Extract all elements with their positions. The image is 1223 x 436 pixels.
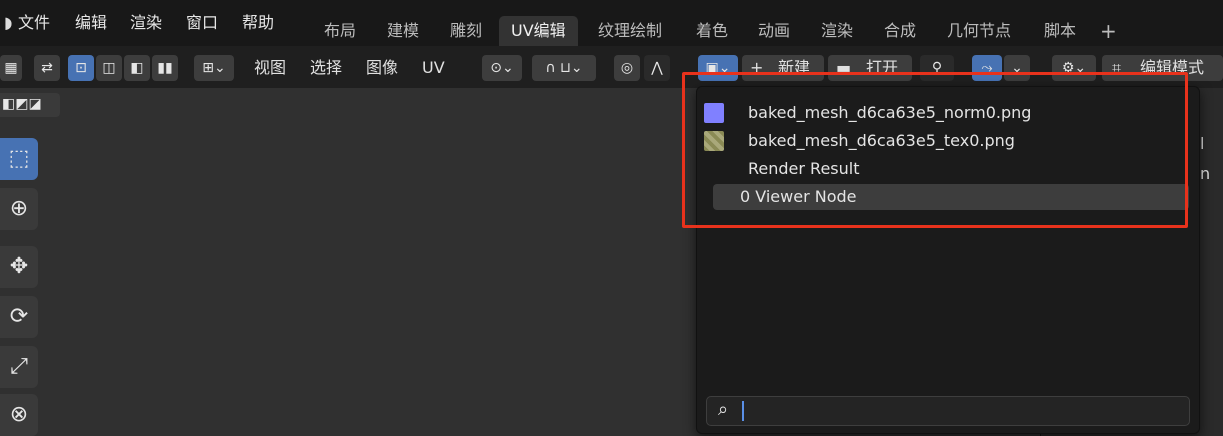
list-item[interactable]: baked_mesh_d6ca63e5_norm0.png xyxy=(704,100,1189,126)
tab-modeling[interactable]: 建模 xyxy=(375,16,431,46)
menu-render[interactable]: 渲染 xyxy=(126,11,166,35)
menu-file[interactable]: 文件 xyxy=(14,11,54,35)
tab-scripting[interactable]: 脚本 xyxy=(1032,16,1088,46)
chevron-down-icon[interactable]: ⌄ xyxy=(1004,55,1030,81)
uv-sync-icon[interactable]: ⤳ xyxy=(972,55,1002,81)
list-item-label: 0 Viewer Node xyxy=(740,187,857,206)
text-cursor xyxy=(742,401,744,421)
list-item-label: Render Result xyxy=(748,159,860,178)
tab-layout[interactable]: 布局 xyxy=(312,16,368,46)
list-item[interactable]: 0 Viewer Node xyxy=(713,184,1189,210)
transform-tool-icon[interactable]: ⊗ xyxy=(0,394,38,436)
image-browse-icon[interactable]: ▣⌄ xyxy=(698,55,738,81)
list-item[interactable]: Render Result xyxy=(713,156,1189,182)
sticky-select-icon[interactable]: ⊞⌄ xyxy=(194,55,234,81)
pivot-point-icon[interactable]: ⊙⌄ xyxy=(482,55,522,81)
image-thumbnail xyxy=(704,103,724,123)
mode-label: 编辑模式 xyxy=(1140,58,1205,77)
plus-icon: + xyxy=(750,58,764,77)
menu-edit[interactable]: 编辑 xyxy=(71,11,111,35)
menu-image[interactable]: 图像 xyxy=(366,56,398,80)
list-item[interactable]: baked_mesh_d6ca63e5_tex0.png xyxy=(704,128,1189,154)
move-tool-icon[interactable]: ✥ xyxy=(0,246,38,288)
sync-selection-icon[interactable]: ⇄ xyxy=(34,55,60,81)
select-box-tool-icon[interactable]: ⬚ xyxy=(0,138,38,180)
menu-uv[interactable]: UV xyxy=(422,56,445,80)
falloff-icon[interactable]: ⋀ xyxy=(644,55,670,81)
search-input[interactable] xyxy=(706,396,1190,426)
snap-icon[interactable]: ∩ ⊔⌄ xyxy=(532,55,596,81)
cursor-tool-icon[interactable]: ⊕ xyxy=(0,188,38,230)
sidebar-text-fragment: n xyxy=(1200,164,1211,183)
menu-view[interactable]: 视图 xyxy=(254,56,286,80)
search-icon: ⌕ xyxy=(717,399,729,420)
tab-rendering[interactable]: 渲染 xyxy=(809,16,865,46)
tab-compositing[interactable]: 合成 xyxy=(872,16,928,46)
tab-texture-paint[interactable]: 纹理绘制 xyxy=(586,16,674,46)
vertex-select-icon[interactable]: ⊡ xyxy=(68,55,94,81)
tab-geometry-nodes[interactable]: 几何节点 xyxy=(935,16,1023,46)
menu-window[interactable]: 窗口 xyxy=(182,11,222,35)
face-select-icon[interactable]: ◧ xyxy=(124,55,150,81)
folder-icon: ▬ xyxy=(836,58,852,77)
rotate-tool-icon[interactable]: ⟳ xyxy=(0,296,38,338)
menu-help[interactable]: 帮助 xyxy=(238,11,278,35)
edit-mode-icon: ⌗ xyxy=(1112,58,1122,77)
new-image-label: 新建 xyxy=(778,58,811,77)
open-image-label: 打开 xyxy=(866,58,899,77)
sidebar-text-fragment: l xyxy=(1200,134,1205,153)
island-select-icon[interactable]: ▮▮ xyxy=(152,55,178,81)
menu-select[interactable]: 选择 xyxy=(310,56,342,80)
scale-tool-icon[interactable]: ⤢ xyxy=(0,346,38,388)
object-icon[interactable]: ⚙⌄ xyxy=(1052,55,1096,81)
add-workspace-button[interactable]: + xyxy=(1088,16,1129,46)
uv-editor-header xyxy=(0,46,1223,88)
tab-animation[interactable]: 动画 xyxy=(746,16,802,46)
list-item-label: baked_mesh_d6ca63e5_norm0.png xyxy=(748,103,1032,122)
selection-mode-icon: ◧◩◪ xyxy=(2,96,42,112)
pin-icon[interactable]: ⚲ xyxy=(920,55,954,81)
editor-type-icon[interactable]: ▦ xyxy=(0,55,22,81)
tab-sculpting[interactable]: 雕刻 xyxy=(438,16,494,46)
proportional-edit-icon[interactable]: ◎ xyxy=(614,55,640,81)
edge-select-icon[interactable]: ◫ xyxy=(96,55,122,81)
list-item-label: baked_mesh_d6ca63e5_tex0.png xyxy=(748,131,1015,150)
tab-shading[interactable]: 着色 xyxy=(684,16,740,46)
tab-uv-editing[interactable]: UV编辑 xyxy=(499,16,578,46)
image-thumbnail xyxy=(704,131,724,151)
